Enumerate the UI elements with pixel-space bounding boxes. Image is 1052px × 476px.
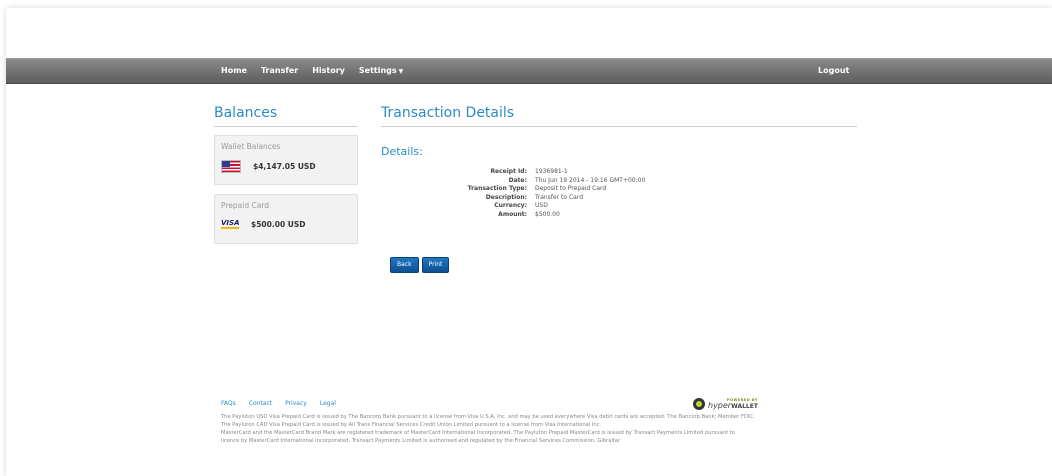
detail-row-amount: Amount: $500.00 [381, 211, 857, 220]
nav-history[interactable]: History [312, 59, 345, 83]
visa-logo-text: VISA [221, 219, 240, 227]
brand-wallet: WALLET [731, 403, 758, 410]
footer-links: FAQs Contact Privacy Legal [221, 400, 861, 407]
print-button[interactable]: Print [421, 256, 450, 273]
action-buttons: Back Print [390, 256, 857, 273]
balances-title: Balances [214, 105, 278, 121]
footer-link-contact[interactable]: Contact [249, 400, 272, 407]
detail-value: Transfer to Card [535, 193, 583, 201]
hyperwallet-brand: hyperWALLET [708, 401, 758, 410]
hyperwallet-wordmark: POWERED BY hyperWALLET [708, 397, 758, 410]
nav-settings-label: Settings [358, 66, 397, 75]
prepaid-balance-row: VISA $500.00 USD [221, 219, 306, 230]
footer-disclaimer: The Payluton USD Visa Prepaid Card is is… [221, 413, 861, 445]
logout-link[interactable]: Logout [818, 59, 849, 83]
disclaimer-line: licence by MasterCard International Inco… [221, 438, 621, 444]
detail-label: Description: [485, 193, 527, 201]
disclaimer-line: The Payluton CAD Visa Prepaid Card is is… [221, 422, 602, 428]
detail-label: Receipt Id: [490, 168, 527, 175]
detail-label: Amount: [498, 210, 527, 218]
nav-home[interactable]: Home [221, 59, 247, 83]
prepaid-card-title: Prepaid Card [221, 201, 270, 210]
footer-link-privacy[interactable]: Privacy [285, 400, 307, 407]
page-frame: Home Transfer History Settings ▼ Logout B… [6, 8, 1052, 476]
caret-down-icon: ▼ [398, 68, 404, 75]
prepaid-card-panel: Prepaid Card VISA $500.00 USD [214, 194, 358, 244]
wallet-balance-amount: $4,147.05 USD [253, 162, 316, 171]
detail-value: $500.00 [535, 210, 560, 218]
transaction-details-section: Transaction Details Details: Receipt Id:… [381, 104, 857, 273]
wallet-balances-panel: Wallet Balances $4,147.05 USD [214, 135, 358, 185]
wallet-balances-title: Wallet Balances [221, 142, 281, 151]
nav-transfer[interactable]: Transfer [261, 59, 298, 83]
details-heading: Details: [381, 145, 423, 158]
detail-value: Deposit to Prepaid Card [535, 185, 607, 193]
detail-list: Receipt Id: 1936981-1 Date: Thu Jun 19 2… [381, 168, 857, 220]
detail-label: Date: [508, 176, 527, 184]
balances-sidebar: Balances Wallet Balances $4,147.05 USD P… [214, 104, 358, 253]
disclaimer-line: The Payluton USD Visa Prepaid Card is is… [221, 414, 755, 420]
disclaimer-line: MasterCard and the MasterCard Brand Mark… [221, 430, 736, 436]
detail-value: USD [535, 202, 548, 210]
divider [214, 126, 358, 127]
wallet-balance-row: $4,147.05 USD [221, 160, 316, 173]
detail-row-description: Description: Transfer to Card [381, 194, 857, 203]
top-navbar: Home Transfer History Settings ▼ Logout [6, 58, 1052, 84]
nav-settings[interactable]: Settings ▼ [359, 59, 403, 83]
footer-link-legal[interactable]: Legal [320, 400, 336, 407]
visa-icon: VISA [221, 219, 239, 230]
footer: FAQs Contact Privacy Legal POWERED BY hy… [221, 397, 861, 445]
back-button[interactable]: Back [390, 256, 419, 273]
prepaid-balance-amount: $500.00 USD [251, 220, 306, 229]
detail-row-currency: Currency: USD [381, 202, 857, 211]
hyperwallet-icon [693, 397, 705, 410]
page-title: Transaction Details [381, 105, 515, 121]
detail-value: 1936981-1 [535, 168, 568, 175]
powered-by-hyperwallet-logo: POWERED BY hyperWALLET [693, 397, 758, 410]
detail-row-receipt-id: Receipt Id: 1936981-1 [381, 168, 857, 177]
divider [381, 126, 857, 127]
us-flag-icon [221, 160, 241, 173]
footer-link-faqs[interactable]: FAQs [221, 400, 236, 407]
detail-label: Currency: [494, 202, 527, 210]
detail-label: Transaction Type: [467, 185, 527, 193]
detail-row-date: Date: Thu Jun 19 2014 - 19:16 GMT+00:00 [381, 177, 857, 186]
nav-menu: Home Transfer History Settings ▼ [221, 59, 417, 83]
brand-hyper: hyper [708, 401, 732, 410]
detail-row-transaction-type: Transaction Type: Deposit to Prepaid Car… [381, 185, 857, 194]
detail-value: Thu Jun 19 2014 - 19:16 GMT+00:00 [535, 176, 646, 184]
